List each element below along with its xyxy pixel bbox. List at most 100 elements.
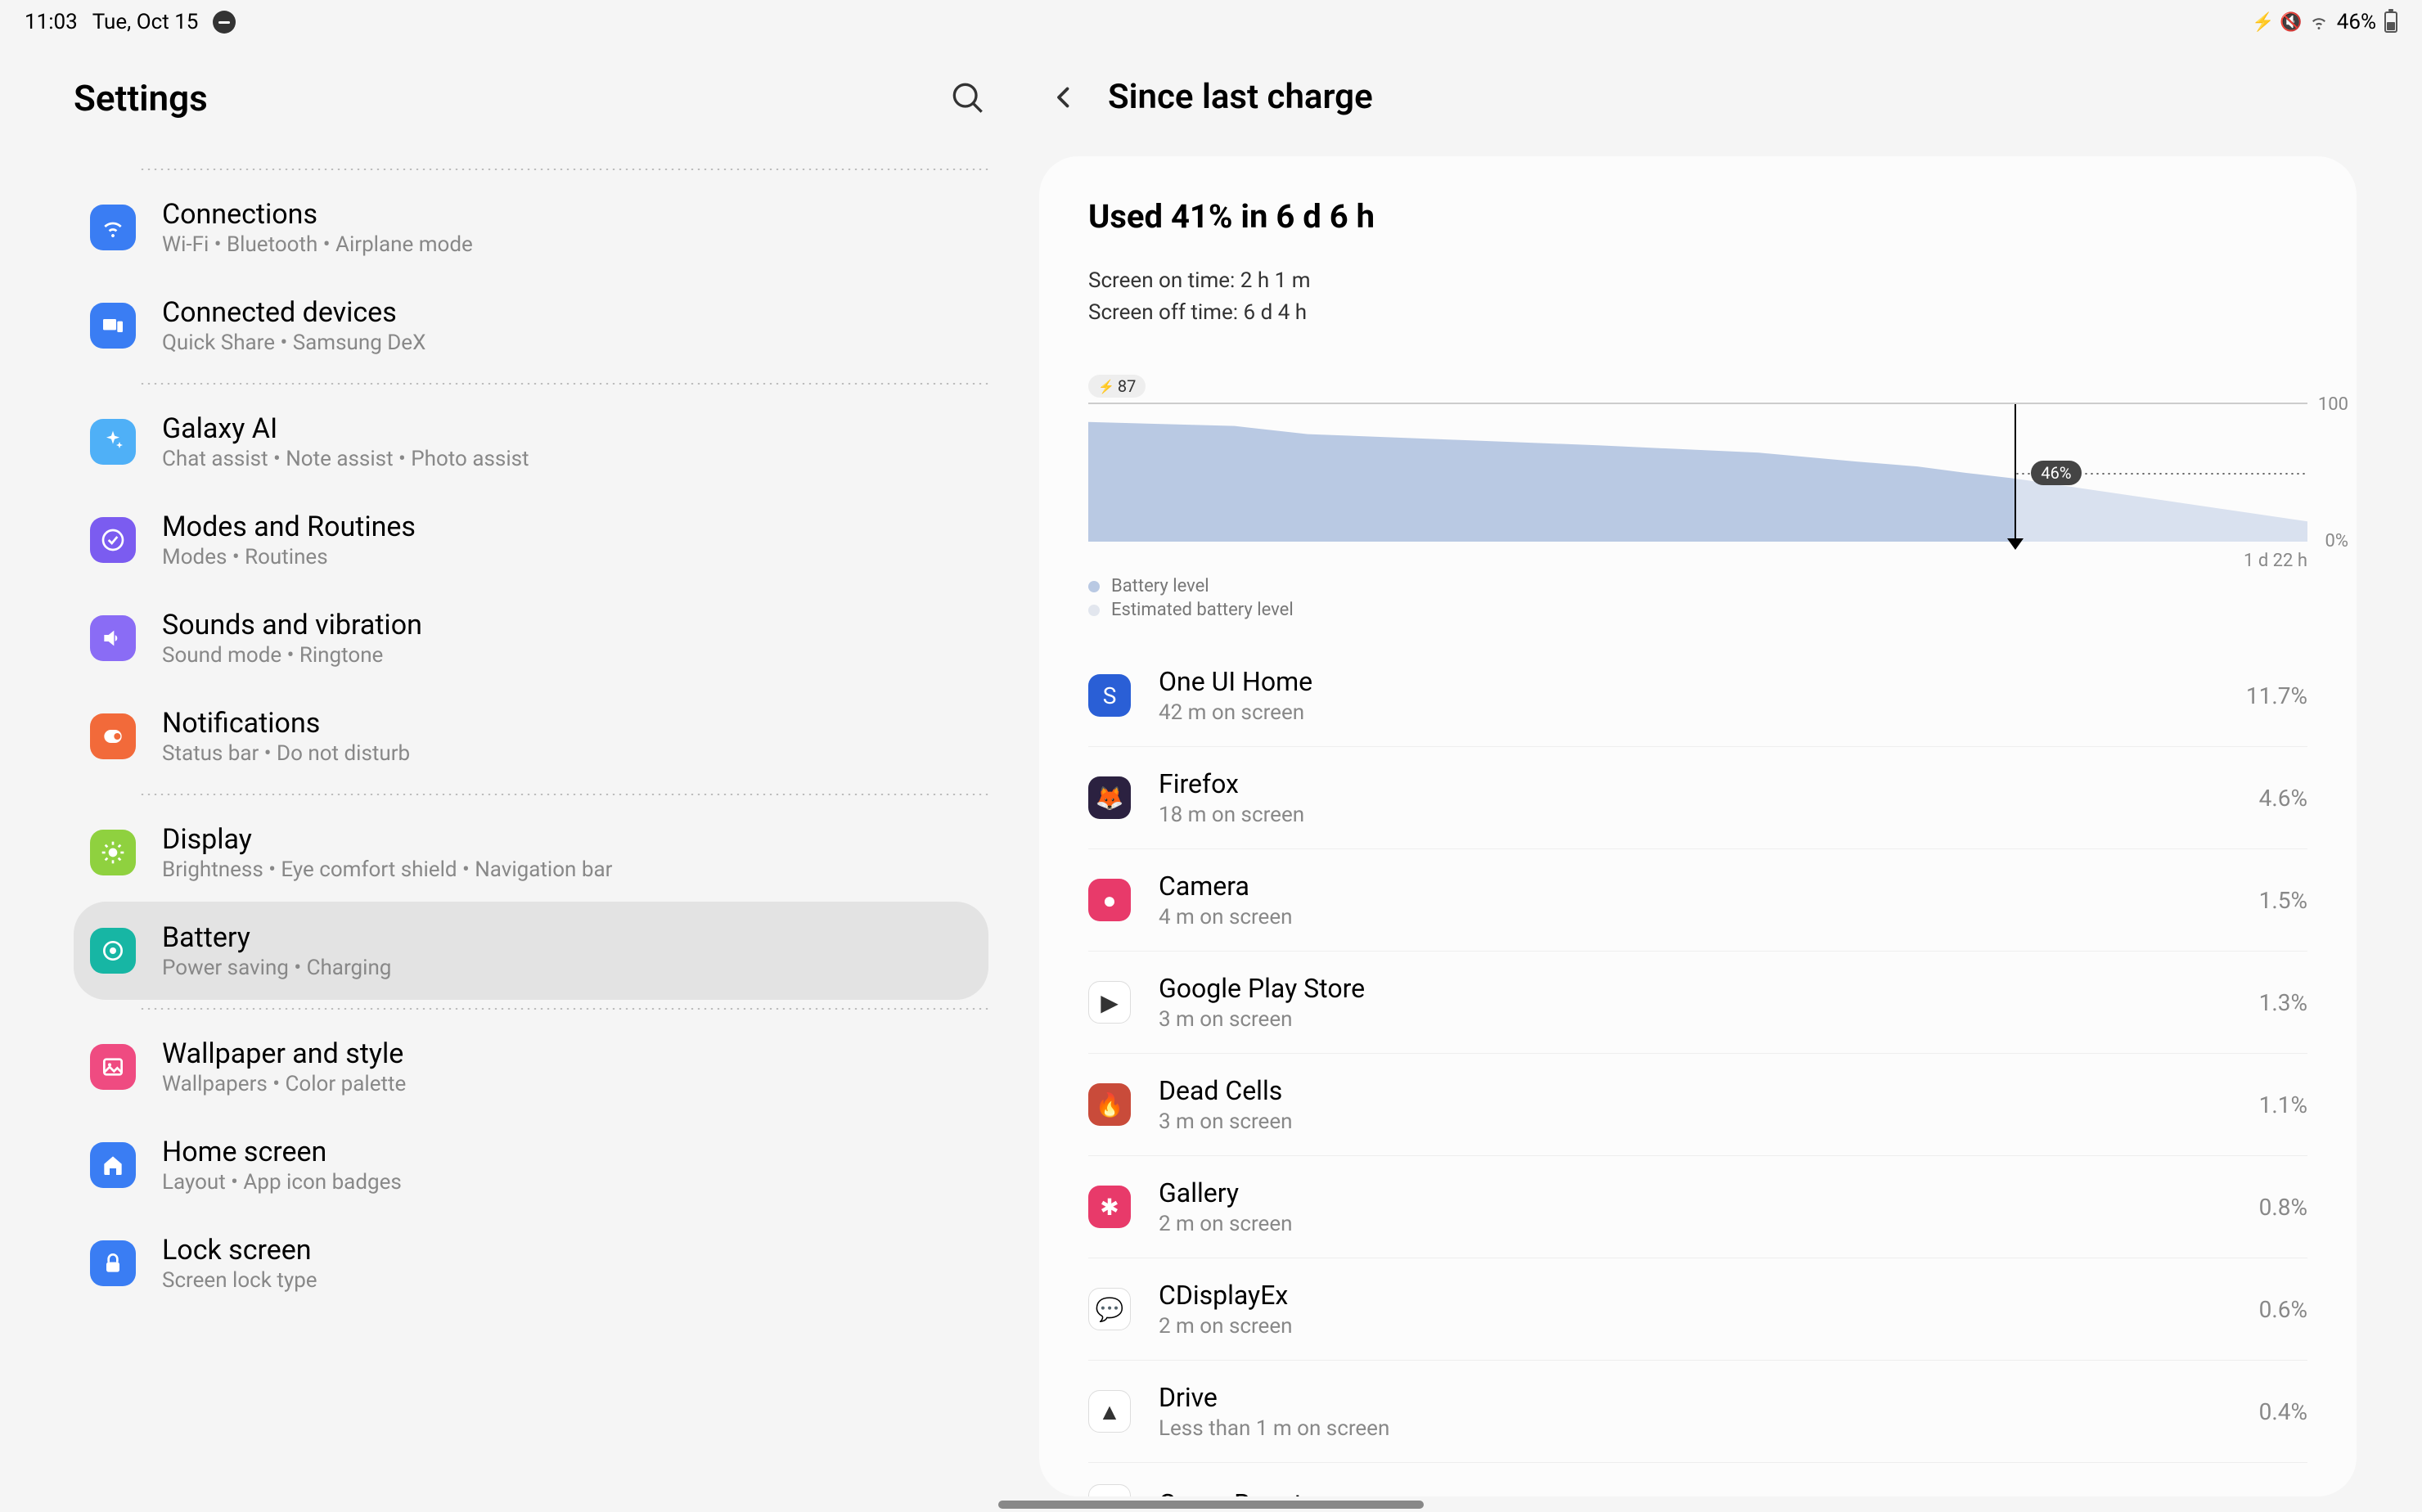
back-button[interactable]	[1044, 78, 1083, 117]
chevron-left-icon	[1049, 83, 1078, 112]
sidebar-item-title: Home screen	[162, 1136, 402, 1168]
sidebar-item-wallpaper-and-style[interactable]: Wallpaper and styleWallpapers • Color pa…	[74, 1018, 988, 1116]
sidebar-item-title: Notifications	[162, 707, 410, 740]
status-battery-pct: 46%	[2337, 10, 2376, 34]
app-pct: 0.8%	[2259, 1194, 2307, 1221]
app-sub: 18 m on screen	[1159, 803, 2231, 827]
sidebar-item-sub: Wi-Fi • Bluetooth • Airplane mode	[162, 232, 473, 257]
sidebar-item-home-screen[interactable]: Home screenLayout • App icon badges	[74, 1116, 988, 1214]
sidebar-item-notifications[interactable]: NotificationsStatus bar • Do not disturb	[74, 687, 988, 785]
legend-dot-estimated	[1088, 605, 1100, 616]
bell-icon	[90, 713, 136, 759]
settings-title: Settings	[74, 77, 208, 119]
screen-off-time: Screen off time: 6 d 4 h	[1088, 297, 2307, 329]
app-pct: 1.5%	[2259, 887, 2307, 914]
app-sub: 3 m on screen	[1159, 1007, 2231, 1032]
chart-y-max: 100	[2318, 394, 2348, 415]
sound-icon	[90, 615, 136, 661]
sidebar-item-connections[interactable]: ConnectionsWi-Fi • Bluetooth • Airplane …	[74, 178, 988, 277]
app-sub: 3 m on screen	[1159, 1109, 2231, 1134]
sidebar-item-sub: Brightness • Eye comfort shield • Naviga…	[162, 857, 612, 882]
legend-dot-actual	[1088, 581, 1100, 592]
app-row[interactable]: Game Booster	[1088, 1463, 2307, 1496]
sun-icon	[90, 830, 136, 875]
sidebar-item-sub: Modes • Routines	[162, 545, 416, 569]
app-row[interactable]: 💬CDisplayEx2 m on screen0.6%	[1088, 1258, 2307, 1361]
status-bar: 11:03 Tue, Oct 15 ⚡ 🔇 46%	[0, 0, 2422, 44]
sidebar-item-sub: Wallpapers • Color palette	[162, 1072, 406, 1096]
search-button[interactable]	[948, 78, 988, 119]
search-icon	[952, 82, 984, 115]
chart-legend: Battery level Estimated battery level	[1088, 576, 2307, 620]
divider	[139, 1008, 988, 1010]
sparkle-icon	[90, 419, 136, 465]
status-left: 11:03 Tue, Oct 15	[25, 10, 236, 34]
settings-sidebar: Settings ConnectionsWi-Fi • Bluetooth • …	[0, 44, 1039, 1507]
app-row[interactable]: ▲DriveLess than 1 m on screen0.4%	[1088, 1361, 2307, 1463]
dnd-icon	[213, 11, 236, 34]
sidebar-item-sub: Sound mode • Ringtone	[162, 643, 422, 668]
detail-card: Used 41% in 6 d 6 h Screen on time: 2 h …	[1039, 156, 2357, 1496]
app-name: Gallery	[1159, 1177, 2231, 1208]
battery-icon	[2384, 11, 2397, 33]
wifi-icon	[90, 205, 136, 250]
app-sub: 42 m on screen	[1159, 700, 2218, 725]
sidebar-item-lock-screen[interactable]: Lock screenScreen lock type	[74, 1214, 988, 1312]
sidebar-item-battery[interactable]: BatteryPower saving • Charging	[74, 902, 988, 1000]
divider	[139, 794, 988, 795]
sidebar-item-modes-and-routines[interactable]: Modes and RoutinesModes • Routines	[74, 491, 988, 589]
devices-icon	[90, 303, 136, 349]
image-icon	[90, 1044, 136, 1090]
sidebar-item-title: Wallpaper and style	[162, 1037, 406, 1070]
sidebar-item-title: Connections	[162, 198, 473, 231]
app-sub: 2 m on screen	[1159, 1314, 2231, 1339]
app-name: One UI Home	[1159, 666, 2218, 697]
wifi-icon	[2309, 12, 2329, 32]
app-row[interactable]: ●Camera4 m on screen1.5%	[1088, 849, 2307, 952]
app-row[interactable]: ✱Gallery2 m on screen0.8%	[1088, 1156, 2307, 1258]
battery-chart[interactable]: 87 46% 100 0% 1 d 22 h	[1088, 375, 2307, 542]
app-pct: 0.4%	[2259, 1398, 2307, 1425]
check-icon	[90, 517, 136, 563]
app-row[interactable]: 🔥Dead Cells3 m on screen1.1%	[1088, 1054, 2307, 1156]
app-pct: 1.3%	[2259, 989, 2307, 1016]
chart-x-right: 1 d 22 h	[2244, 551, 2307, 571]
app-icon	[1088, 1484, 1131, 1496]
sidebar-item-title: Battery	[162, 921, 391, 954]
app-icon: 💬	[1088, 1288, 1131, 1330]
sidebar-item-sub: Chat assist • Note assist • Photo assist	[162, 447, 529, 471]
app-icon: 🔥	[1088, 1083, 1131, 1126]
app-row[interactable]: 🦊Firefox18 m on screen4.6%	[1088, 747, 2307, 849]
chart-marker-badge: 46%	[2031, 461, 2081, 485]
sidebar-item-galaxy-ai[interactable]: Galaxy AIChat assist • Note assist • Pho…	[74, 393, 988, 491]
legend-actual: Battery level	[1111, 576, 1209, 596]
sidebar-item-connected-devices[interactable]: Connected devicesQuick Share • Samsung D…	[74, 277, 988, 375]
battery-icon	[90, 928, 136, 974]
chart-start-badge: 87	[1088, 375, 1146, 398]
app-name: Drive	[1159, 1382, 2231, 1413]
screen-on-time: Screen on time: 2 h 1 m	[1088, 265, 2307, 297]
legend-estimated: Estimated battery level	[1111, 600, 1294, 620]
sidebar-item-display[interactable]: DisplayBrightness • Eye comfort shield •…	[74, 803, 988, 902]
sidebar-item-title: Modes and Routines	[162, 511, 416, 543]
sidebar-item-sub: Layout • App icon badges	[162, 1170, 402, 1195]
status-date: Tue, Oct 15	[92, 10, 199, 34]
sidebar-item-title: Display	[162, 823, 612, 856]
mute-icon: 🔇	[2281, 12, 2301, 32]
divider	[139, 383, 988, 385]
status-time: 11:03	[25, 10, 78, 34]
app-pct: 11.7%	[2246, 682, 2307, 709]
detail-title: Since last charge	[1108, 77, 1373, 117]
sidebar-item-title: Connected devices	[162, 296, 425, 329]
app-sub: 2 m on screen	[1159, 1212, 2231, 1236]
app-icon: S	[1088, 674, 1131, 717]
app-row[interactable]: ▶Google Play Store3 m on screen1.3%	[1088, 952, 2307, 1054]
sidebar-item-sounds-and-vibration[interactable]: Sounds and vibrationSound mode • Rington…	[74, 589, 988, 687]
sidebar-item-sub: Status bar • Do not disturb	[162, 741, 410, 766]
app-row[interactable]: S One UI Home 42 m on screen 11.7%	[1088, 645, 2307, 747]
app-icon: ●	[1088, 879, 1131, 921]
nav-handle[interactable]	[998, 1501, 1424, 1509]
sidebar-item-title: Sounds and vibration	[162, 609, 422, 641]
chart-marker	[2015, 404, 2016, 542]
app-name: Firefox	[1159, 768, 2231, 799]
